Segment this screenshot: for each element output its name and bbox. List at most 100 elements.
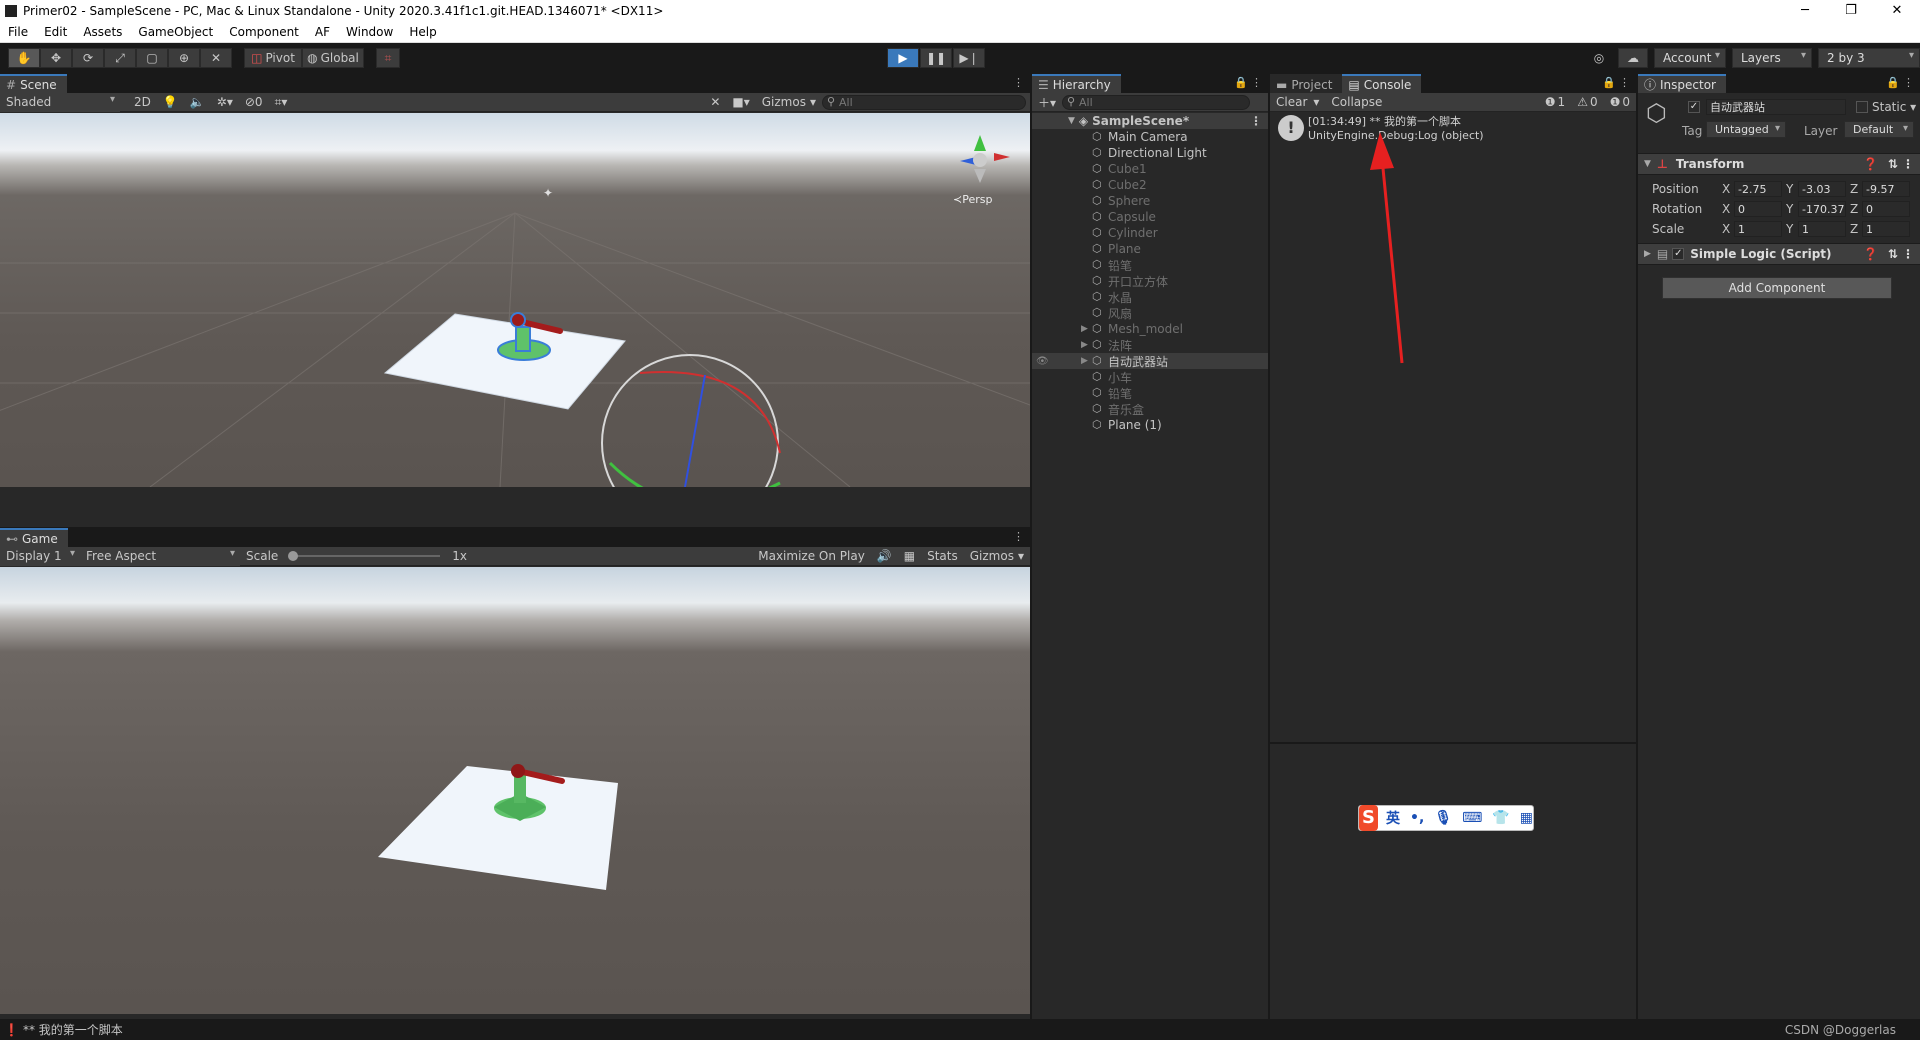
clear-button[interactable]: Clear ▾ [1270,93,1325,112]
shading-dropdown[interactable]: Shaded [0,92,120,112]
hierarchy-menu-icon[interactable]: ⋮ [1251,76,1262,89]
hierarchy-item[interactable]: ⬡ 音乐盒 [1032,401,1268,417]
scale-x-field[interactable]: 1 [1734,221,1782,237]
hierarchy-item[interactable]: ⬡ 开口立方体 [1032,273,1268,289]
hierarchy-item[interactable]: ⬡ 风扇 [1032,305,1268,321]
scale-label[interactable]: Scale [1652,222,1722,236]
scale-tool-icon[interactable]: ⤢ [104,48,136,68]
transform-header[interactable]: ▼ ⊥ Transform ❓ ⇅ ⋮ [1638,153,1920,175]
hierarchy-item[interactable]: ⬡ 水晶 [1032,289,1268,305]
game-gizmos-dropdown[interactable]: Gizmos ▾ [964,547,1030,566]
hierarchy-item[interactable]: ⬡ Plane [1032,241,1268,257]
help-icon[interactable]: ❓ [1863,157,1878,171]
scale-slider-handle[interactable] [288,551,299,561]
toolbox-grid-icon[interactable]: ▦ [1520,810,1533,826]
hand-tool-icon[interactable]: ✋ [8,48,40,68]
close-button[interactable]: ✕ [1874,0,1920,22]
minimize-button[interactable]: ─ [1782,0,1828,22]
layout-dropdown[interactable]: 2 by 3 [1818,48,1920,68]
position-x-field[interactable]: -2.75 [1734,181,1782,197]
menu-af[interactable]: AF [307,25,338,39]
rotation-z-field[interactable]: 0 [1862,201,1910,217]
play-button[interactable]: ▶ [887,48,919,68]
help-icon[interactable]: ❓ [1863,247,1878,261]
hierarchy-item[interactable]: ⬡ 铅笔 [1032,257,1268,273]
hierarchy-item[interactable]: ▶ ⬡ 法阵 [1032,337,1268,353]
layers-dropdown[interactable]: Layers [1732,48,1812,68]
rotate-tool-icon[interactable]: ⟳ [72,48,104,68]
pivot-toggle[interactable]: ◫ Pivot [244,48,302,68]
error-filter-toggle[interactable]: ❶0 [1604,93,1636,112]
microphone-icon[interactable]: 🎙 [1434,810,1452,826]
effects-icon[interactable]: ✲▾ [211,93,239,112]
hierarchy-search-input[interactable]: All [1062,94,1251,110]
tab-inspector[interactable]: ⓘ Inspector [1638,74,1726,93]
console-split-divider[interactable] [1270,742,1636,744]
add-component-button[interactable]: Add Component [1662,277,1892,299]
tools-icon[interactable]: ✕ [704,93,726,112]
lock-icon[interactable]: 🔒 [1602,76,1616,89]
maximize-on-play-toggle[interactable]: Maximize On Play [752,547,871,566]
hierarchy-item[interactable]: ⬡ 铅笔 [1032,385,1268,401]
preset-icon[interactable]: ⇅ [1888,157,1898,171]
script-menu-icon[interactable]: ⋮ [1902,247,1914,261]
scene-menu-icon[interactable]: ⋮ [1013,76,1024,89]
camera-icon[interactable]: ■▾ [726,93,755,112]
grid-snap-icon[interactable]: ⌗ [376,48,400,68]
tab-scene[interactable]: # Scene [0,74,67,93]
static-checkbox[interactable] [1856,101,1868,113]
hierarchy-item[interactable]: ⬡ Sphere [1032,193,1268,209]
tab-game[interactable]: ⊷ Game [0,528,68,547]
scene-viewport[interactable]: ✦ ≺Persp [0,113,1030,487]
tag-dropdown[interactable]: Untagged [1706,121,1786,138]
cloud-icon[interactable]: ☁ [1618,48,1648,68]
ime-mode-label[interactable]: 英 [1386,808,1400,828]
script-enabled-checkbox[interactable]: ✓ [1672,248,1685,260]
stats-grid-icon[interactable]: ▦ [898,547,921,566]
rect-tool-icon[interactable]: ▢ [136,48,168,68]
console-menu-icon[interactable]: ⋮ [1619,76,1630,89]
script-component-header[interactable]: ▶ ▤ ✓ Simple Logic (Script) ❓ ⇅ ⋮ [1638,243,1920,265]
rotation-label[interactable]: Rotation [1652,202,1722,216]
scale-slider[interactable] [288,551,441,561]
hierarchy-item[interactable]: ⬡ Directional Light [1032,145,1268,161]
lock-icon[interactable]: 🔒 [1886,76,1900,89]
layer-dropdown[interactable]: Default [1844,121,1914,138]
stats-toggle[interactable]: Stats [921,547,964,566]
expand-arrow-icon[interactable]: ▶ [1081,324,1088,334]
restore-button[interactable]: ❐ [1828,0,1874,22]
punctuation-icon[interactable]: •, [1410,810,1424,826]
hierarchy-item[interactable]: ⬡ 小车 [1032,369,1268,385]
inspector-menu-icon[interactable]: ⋮ [1903,76,1914,89]
menu-gameobject[interactable]: GameObject [130,25,221,39]
mode-2d-button[interactable]: 2D [128,93,157,112]
custom-tool-icon[interactable]: ✕ [200,48,232,68]
scale-y-field[interactable]: 1 [1798,221,1846,237]
object-name-field[interactable]: 自动武器站 [1706,99,1846,115]
grid-icon[interactable]: ⌗▾ [269,93,294,112]
active-checkbox[interactable]: ✓ [1688,101,1700,113]
tab-project[interactable]: ▬ Project [1270,74,1343,93]
scene-more-icon[interactable]: ⋮ [1250,114,1262,128]
menu-help[interactable]: Help [401,25,444,39]
warning-filter-toggle[interactable]: ⚠ 0 [1571,93,1603,112]
keyboard-icon[interactable]: ⌨ [1462,810,1482,826]
ime-toolbar[interactable]: S 英 •, 🎙 ⌨ 👕 ▦ [1358,805,1534,831]
menu-component[interactable]: Component [221,25,307,39]
hierarchy-item[interactable]: ⬡ Main Camera [1032,129,1268,145]
persp-label[interactable]: ≺Persp [953,193,992,206]
visibility-eye-icon[interactable]: 👁 [1036,356,1049,367]
scale-z-field[interactable]: 1 [1862,221,1910,237]
status-message[interactable]: ** 我的第一个脚本 [23,1021,123,1038]
preset-icon[interactable]: ⇅ [1888,247,1898,261]
rotation-gizmo[interactable] [601,354,779,487]
move-tool-icon[interactable]: ✥ [40,48,72,68]
account-dropdown[interactable]: Account [1654,48,1726,68]
lock-icon[interactable]: 🔒 [1234,76,1248,89]
position-z-field[interactable]: -9.57 [1862,181,1910,197]
static-dropdown[interactable]: Static ▾ [1872,100,1916,114]
create-add-icon[interactable]: ＋▾ [1032,93,1062,112]
collab-icon[interactable]: ◎ [1586,48,1612,68]
transform-tool-icon[interactable]: ⊕ [168,48,200,68]
rotation-x-field[interactable]: 0 [1734,201,1782,217]
